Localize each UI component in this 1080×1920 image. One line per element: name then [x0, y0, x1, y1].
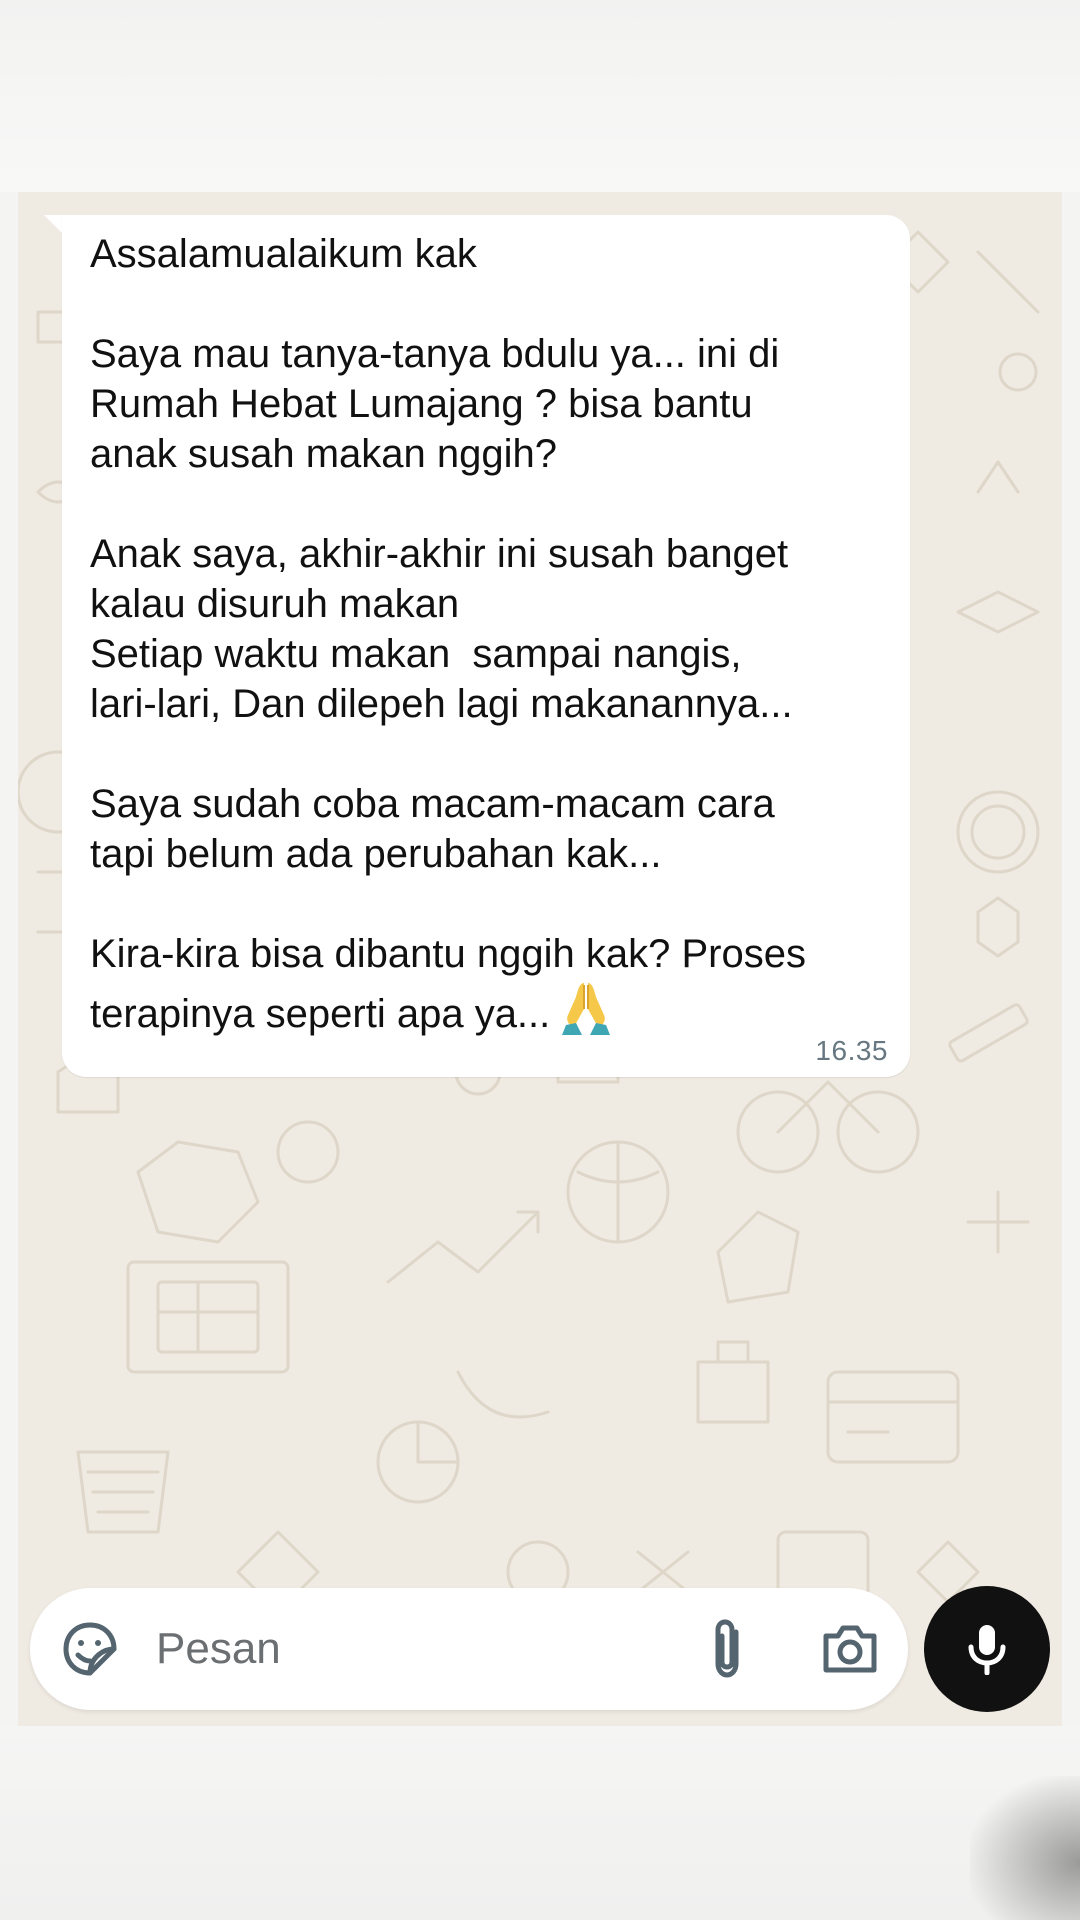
message-paragraph: Saya mau tanya-tanya bdulu ya... ini di … — [90, 332, 780, 476]
sticker-icon[interactable] — [62, 1621, 118, 1677]
microphone-icon — [968, 1625, 1006, 1675]
folded-hands-icon — [560, 979, 612, 1049]
bottom-blur-background — [0, 1726, 1080, 1920]
top-blur-background — [0, 0, 1080, 192]
message-input[interactable] — [156, 1616, 676, 1682]
message-paragraph-last: Kira-kira bisa dibantu nggih kak? Proses… — [90, 929, 890, 1049]
message-paragraph: Assalamualaikum kak — [90, 232, 477, 276]
chat-area: Assalamualaikum kak Saya mau tanya-tanya … — [18, 192, 1062, 1726]
message-text: Assalamualaikum kak Saya mau tanya-tanya … — [90, 229, 890, 1049]
incoming-message-bubble[interactable]: Assalamualaikum kak Saya mau tanya-tanya … — [62, 215, 910, 1077]
camera-icon[interactable] — [820, 1622, 880, 1676]
message-paragraph: Saya sudah coba macam-macam cara tapi be… — [90, 782, 775, 876]
message-composer — [30, 1588, 908, 1710]
message-time: 16.35 — [815, 1035, 888, 1066]
bottom-right-shadow — [970, 1776, 1080, 1920]
message-paragraph: Anak saya, akhir-akhir ini susah banget … — [90, 532, 793, 726]
message-paragraph-text: Kira-kira bisa dibantu nggih kak? Proses… — [90, 932, 806, 1036]
paperclip-icon[interactable] — [702, 1618, 754, 1680]
microphone-button[interactable] — [924, 1586, 1050, 1712]
